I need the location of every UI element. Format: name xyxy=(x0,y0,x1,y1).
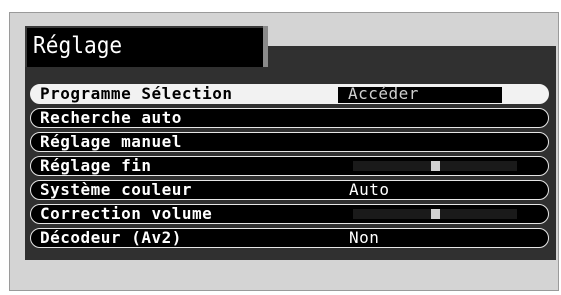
menu-item-label: Programme Sélection xyxy=(40,84,233,103)
volume-correction-slider[interactable] xyxy=(353,209,517,219)
menu-item-label: Recherche auto xyxy=(40,108,182,127)
menu-item-systeme-couleur[interactable]: Système couleur Auto xyxy=(30,180,549,200)
title-shadow xyxy=(263,26,268,67)
menu-item-decodeur-av2[interactable]: Décodeur (Av2) Non xyxy=(30,228,549,248)
menu-item-label: Système couleur xyxy=(40,180,192,199)
menu-title: Réglage xyxy=(33,33,123,59)
menu-item-label: Correction volume xyxy=(40,204,213,223)
menu-item-programme-selection[interactable]: Programme Sélection Accéder xyxy=(30,84,549,104)
menu-item-value: Non xyxy=(349,228,380,247)
menu-item-reglage-manuel[interactable]: Réglage manuel xyxy=(30,132,549,152)
menu-item-correction-volume[interactable]: Correction volume xyxy=(30,204,549,224)
fine-tuning-slider[interactable] xyxy=(353,161,517,171)
slider-thumb[interactable] xyxy=(431,161,440,171)
menu-item-label: Décodeur (Av2) xyxy=(40,228,182,247)
menu-item-recherche-auto[interactable]: Recherche auto xyxy=(30,108,549,128)
menu-item-reglage-fin[interactable]: Réglage fin xyxy=(30,156,549,176)
slider-thumb[interactable] xyxy=(431,209,440,219)
menu-item-value: Auto xyxy=(349,180,390,199)
menu-item-label: Réglage fin xyxy=(40,156,152,175)
value-box: Accéder xyxy=(338,84,502,103)
menu-item-label: Réglage manuel xyxy=(40,132,182,151)
menu-item-value: Accéder xyxy=(348,84,419,103)
